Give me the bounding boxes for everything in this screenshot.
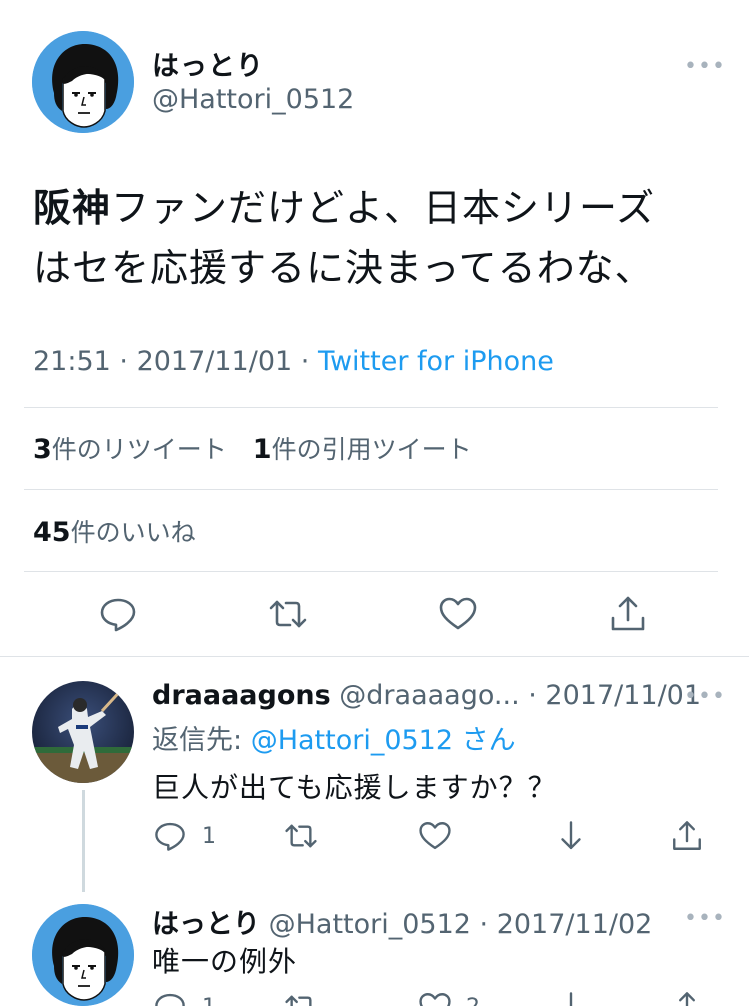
reply-header: はっとり @Hattori_0512 · 2017/11/02 bbox=[152, 902, 652, 941]
thread-connector bbox=[82, 790, 85, 892]
tweet-text-bold: 阪神 bbox=[33, 186, 112, 230]
divider bbox=[24, 571, 718, 572]
share-icon[interactable] bbox=[608, 594, 648, 634]
meta-separator: · bbox=[519, 680, 546, 711]
quotes-label: 件の引用ツイート bbox=[271, 435, 472, 464]
retweet-icon[interactable] bbox=[284, 819, 318, 853]
like-count: 2 bbox=[466, 995, 480, 1006]
meta-separator: · bbox=[110, 346, 137, 377]
meta-separator: · bbox=[292, 346, 318, 377]
likes-stat[interactable]: 45件のいいね bbox=[33, 513, 196, 549]
like-icon[interactable] bbox=[418, 990, 452, 1006]
tweet-meta: 21:51 · 2017/11/01 · Twitter for iPhone bbox=[33, 346, 554, 377]
retweets-count: 3 bbox=[33, 434, 52, 465]
reply-text: 巨人が出ても応援しますか？？ bbox=[152, 771, 557, 804]
reply-text: 唯一の例外 bbox=[152, 945, 298, 978]
reply-author-handle[interactable]: @draaaago... bbox=[339, 680, 519, 711]
replying-to-mention[interactable]: @Hattori_0512 bbox=[251, 725, 453, 756]
reply-author-name[interactable]: draaaagons bbox=[152, 680, 331, 711]
avatar[interactable] bbox=[32, 904, 134, 1006]
tweet-stats: 3件のリツイート 1件の引用ツイート bbox=[33, 430, 472, 466]
tweet-text: 阪神ファンだけどよ、日本シリーズ はセを応援するに決まってるわな、 bbox=[33, 178, 723, 298]
reply-icon[interactable] bbox=[153, 819, 187, 853]
tweet-source[interactable]: Twitter for iPhone bbox=[318, 346, 554, 377]
retweets-label: 件のリツイート bbox=[51, 435, 227, 464]
replying-to: 返信先: @Hattori_0512 さん bbox=[152, 718, 516, 757]
reply-date[interactable]: 2017/11/02 bbox=[497, 909, 653, 940]
reply-author-name[interactable]: はっとり bbox=[152, 909, 260, 940]
avatar-photo bbox=[32, 681, 134, 783]
share-icon[interactable] bbox=[670, 819, 704, 853]
divider bbox=[24, 489, 718, 490]
replying-to-label: 返信先: bbox=[152, 725, 251, 756]
retweet-icon[interactable] bbox=[268, 594, 308, 634]
avatar[interactable] bbox=[32, 31, 134, 133]
reply-count: 1 bbox=[202, 824, 216, 849]
more-icon[interactable]: ••• bbox=[684, 684, 726, 709]
likes-count: 45 bbox=[33, 517, 71, 548]
retweet-icon[interactable] bbox=[284, 990, 318, 1006]
quotes-stat[interactable]: 1件の引用ツイート bbox=[252, 434, 472, 465]
likes-label: 件のいいね bbox=[70, 518, 196, 547]
replying-to-suffix: さん bbox=[453, 725, 516, 756]
reply-icon[interactable] bbox=[98, 594, 138, 634]
meta-separator: · bbox=[470, 909, 497, 940]
like-icon[interactable] bbox=[438, 594, 478, 634]
tweet-text-line2: はセを応援するに決まってるわな、 bbox=[33, 246, 654, 290]
more-icon[interactable]: ••• bbox=[684, 906, 726, 931]
reply-header: draaaagons @draaaago... · 2017/11/01 bbox=[152, 680, 701, 711]
reply-author-handle[interactable]: @Hattori_0512 bbox=[269, 909, 471, 940]
tweet-detail-page: はっとり @Hattori_0512 ••• 阪神ファンだけどよ、日本シリーズ … bbox=[0, 0, 749, 1006]
tweet-time: 21:51 bbox=[33, 346, 111, 377]
downvote-icon[interactable] bbox=[554, 819, 588, 853]
share-icon[interactable] bbox=[670, 990, 704, 1006]
tweet-date: 2017/11/01 bbox=[136, 346, 293, 377]
quotes-count: 1 bbox=[252, 434, 272, 465]
avatar-illustration bbox=[32, 31, 134, 133]
tweet-text-line1: ファンだけどよ、日本シリーズ bbox=[111, 186, 656, 230]
avatar[interactable] bbox=[32, 681, 134, 783]
author-handle[interactable]: @Hattori_0512 bbox=[152, 84, 354, 115]
retweets-stat[interactable]: 3件のリツイート bbox=[33, 434, 227, 465]
avatar-illustration bbox=[32, 904, 134, 1006]
more-icon[interactable]: ••• bbox=[684, 54, 726, 79]
like-icon[interactable] bbox=[418, 819, 452, 853]
downvote-icon[interactable] bbox=[554, 990, 588, 1006]
reply-count: 1 bbox=[202, 995, 216, 1006]
author-display-name[interactable]: はっとり bbox=[152, 44, 264, 83]
divider bbox=[24, 407, 718, 408]
reply-icon[interactable] bbox=[153, 990, 187, 1006]
reply-date[interactable]: 2017/11/01 bbox=[545, 680, 701, 711]
divider bbox=[0, 656, 749, 657]
